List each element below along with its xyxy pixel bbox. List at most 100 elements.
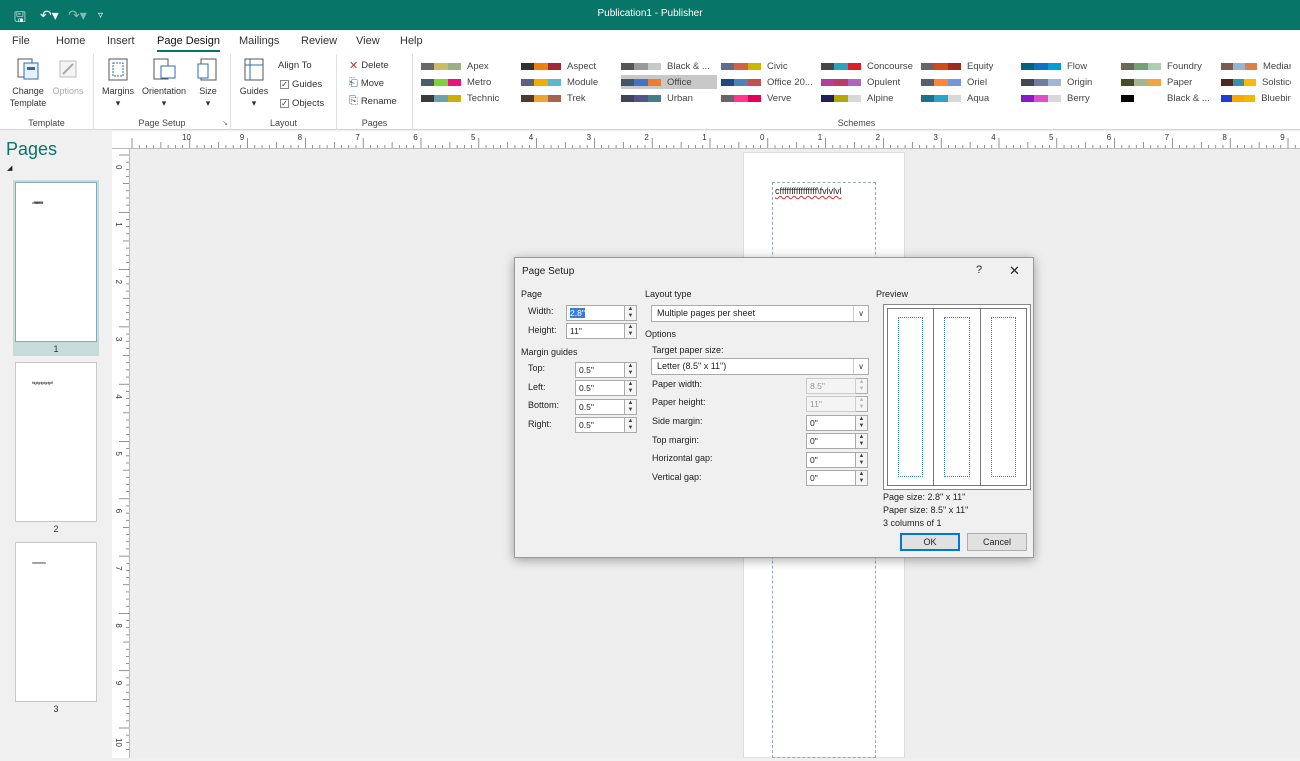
right-margin-guide-spinner[interactable]: 0.5" ▲ ▼	[575, 417, 637, 433]
spinner-arrows-icon[interactable]: ▲ ▼	[856, 415, 868, 431]
objects-checkbox[interactable]: ✓ Objects	[280, 98, 324, 109]
tab-page-design[interactable]: Page Design	[157, 35, 220, 52]
swatch-color	[1034, 62, 1048, 70]
tab-mailings[interactable]: Mailings	[239, 35, 279, 47]
tab-review[interactable]: Review	[301, 35, 337, 47]
spinner-arrows-icon[interactable]: ▲ ▼	[625, 323, 637, 339]
spinner-arrows-icon[interactable]: ▲ ▼	[625, 417, 637, 433]
tab-insert[interactable]: Insert	[107, 35, 135, 47]
chevron-down-icon[interactable]: ∨	[853, 306, 868, 321]
scheme-item[interactable]: Metro	[421, 75, 517, 89]
horizontal-gap-spinner[interactable]: 0" ▲ ▼	[806, 452, 868, 468]
scheme-item[interactable]: Foundry	[1121, 59, 1217, 73]
ok-button[interactable]: OK	[900, 533, 960, 551]
tab-file[interactable]: File	[12, 35, 30, 47]
spinner-arrows-icon[interactable]: ▲ ▼	[856, 452, 868, 468]
spinner-arrows-icon[interactable]: ▲ ▼	[856, 433, 868, 449]
horizontal-gap-input[interactable]: 0"	[806, 452, 856, 468]
top-margin-input[interactable]: 0"	[806, 433, 856, 449]
scheme-item[interactable]: Oriel	[921, 75, 1017, 89]
spinner-arrows-icon[interactable]: ▲ ▼	[625, 399, 637, 415]
vertical-gap-input[interactable]: 0"	[806, 470, 856, 486]
scheme-item[interactable]: Origin	[1021, 75, 1117, 89]
horizontal-ruler[interactable]: 10 9 8 7 6 5 4 3 2 1 0 1 2 3 4 5 6 7 8 9	[112, 131, 1300, 149]
scheme-item[interactable]: Urban	[621, 91, 717, 105]
side-margin-input[interactable]: 0"	[806, 415, 856, 431]
close-icon[interactable]: ✕	[1009, 263, 1020, 279]
scheme-item[interactable]: Trek	[521, 91, 617, 105]
spinner-arrows-icon[interactable]: ▲ ▼	[856, 470, 868, 486]
guides-button[interactable]: Guides ▾	[237, 56, 271, 109]
scheme-item[interactable]: Office	[621, 75, 717, 89]
page-text-box[interactable]: cffffffffffffffff\fvlvlvl	[775, 186, 842, 196]
top-margin-spinner[interactable]: 0" ▲ ▼	[806, 433, 868, 449]
bottom-margin-guide-spinner[interactable]: 0.5" ▲ ▼	[575, 399, 637, 415]
spinner-arrows-icon[interactable]: ▲ ▼	[625, 362, 637, 378]
scheme-item[interactable]: Black & ...	[1121, 91, 1217, 105]
move-page-button[interactable]: ⎗ Move	[349, 77, 384, 90]
scheme-item[interactable]: Aqua	[921, 91, 1017, 105]
page-thumbnail-1[interactable]: cfffffffffffffffff	[15, 182, 97, 342]
scheme-item[interactable]: Office 20...	[721, 75, 817, 89]
spinner-arrows-icon[interactable]: ▲ ▼	[625, 305, 637, 321]
side-margin-spinner[interactable]: 0" ▲ ▼	[806, 415, 868, 431]
spinner-arrows-icon[interactable]: ▲ ▼	[625, 380, 637, 396]
scheme-item[interactable]: Technic	[421, 91, 517, 105]
top-margin-guide-spinner[interactable]: 0.5" ▲ ▼	[575, 362, 637, 378]
left-margin-guide-input[interactable]: 0.5"	[575, 380, 625, 396]
cancel-button[interactable]: Cancel	[967, 533, 1027, 551]
scheme-label: Trek	[567, 92, 586, 104]
vertical-ruler[interactable]: 0 1 2 3 4 5 6 7 8 9 10	[112, 149, 130, 758]
scheme-item[interactable]: Solstice	[1221, 75, 1291, 89]
change-template-button[interactable]: Change Template	[8, 56, 48, 109]
scheme-item[interactable]: Apex	[421, 59, 517, 73]
scheme-item[interactable]: Bluebird	[1221, 91, 1291, 105]
left-margin-guide-spinner[interactable]: 0.5" ▲ ▼	[575, 380, 637, 396]
tab-home[interactable]: Home	[56, 35, 85, 47]
scheme-item[interactable]: Opulent	[821, 75, 917, 89]
options-button[interactable]: Options	[50, 56, 86, 97]
scheme-item[interactable]: Black & ...	[621, 59, 717, 73]
height-input[interactable]: 11"	[566, 323, 625, 339]
swatch-color	[734, 94, 748, 102]
scheme-item[interactable]: Median	[1221, 59, 1291, 73]
height-spinner[interactable]: 11" ▲ ▼	[566, 323, 637, 339]
right-margin-guide-input[interactable]: 0.5"	[575, 417, 625, 433]
delete-icon: ✕	[349, 60, 359, 72]
bottom-margin-guide-input[interactable]: 0.5"	[575, 399, 625, 415]
layout-type-select[interactable]: Multiple pages per sheet ∨	[651, 305, 869, 322]
width-input[interactable]: 2.8"	[566, 305, 625, 321]
delete-page-button[interactable]: ✕ Delete	[349, 59, 389, 72]
page-thumbnail-2[interactable]: fdgdgdgdgdgdf	[15, 362, 97, 522]
scheme-label: Technic	[467, 92, 500, 104]
guides-checkbox[interactable]: ✓ Guides	[280, 79, 322, 90]
tab-help[interactable]: Help	[400, 35, 423, 47]
vertical-gap-label: Vertical gap:	[652, 472, 702, 482]
help-icon[interactable]: ?	[976, 264, 982, 276]
scheme-item[interactable]: Equity	[921, 59, 1017, 73]
options-section-label: Options	[645, 329, 867, 339]
swatch-color	[434, 62, 448, 70]
scheme-item[interactable]: Berry	[1021, 91, 1117, 105]
margins-button[interactable]: Margins ▾	[100, 56, 136, 109]
scheme-item[interactable]: Aspect	[521, 59, 617, 73]
top-margin-guide-input[interactable]: 0.5"	[575, 362, 625, 378]
swatch-color	[947, 78, 961, 86]
scheme-item[interactable]: Verve	[721, 91, 817, 105]
target-paper-size-select[interactable]: Letter (8.5" x 11") ∨	[651, 358, 869, 375]
scheme-item[interactable]: Civic	[721, 59, 817, 73]
scheme-item[interactable]: Concourse	[821, 59, 917, 73]
tab-view[interactable]: View	[356, 35, 380, 47]
scheme-item[interactable]: Paper	[1121, 75, 1217, 89]
size-button[interactable]: Size ▾	[194, 56, 222, 109]
orientation-button[interactable]: Orientation ▾	[138, 56, 190, 109]
page-thumbnail-3[interactable]: xxxxxxxxx	[15, 542, 97, 702]
rename-page-button[interactable]: ⎘ Rename	[349, 95, 397, 108]
collapse-icon[interactable]: ◢	[7, 164, 12, 172]
scheme-item[interactable]: Flow	[1021, 59, 1117, 73]
scheme-item[interactable]: Alpine	[821, 91, 917, 105]
width-spinner[interactable]: 2.8" ▲ ▼	[566, 305, 637, 321]
chevron-down-icon[interactable]: ∨	[853, 359, 868, 374]
scheme-item[interactable]: Module	[521, 75, 617, 89]
vertical-gap-spinner[interactable]: 0" ▲ ▼	[806, 470, 868, 486]
